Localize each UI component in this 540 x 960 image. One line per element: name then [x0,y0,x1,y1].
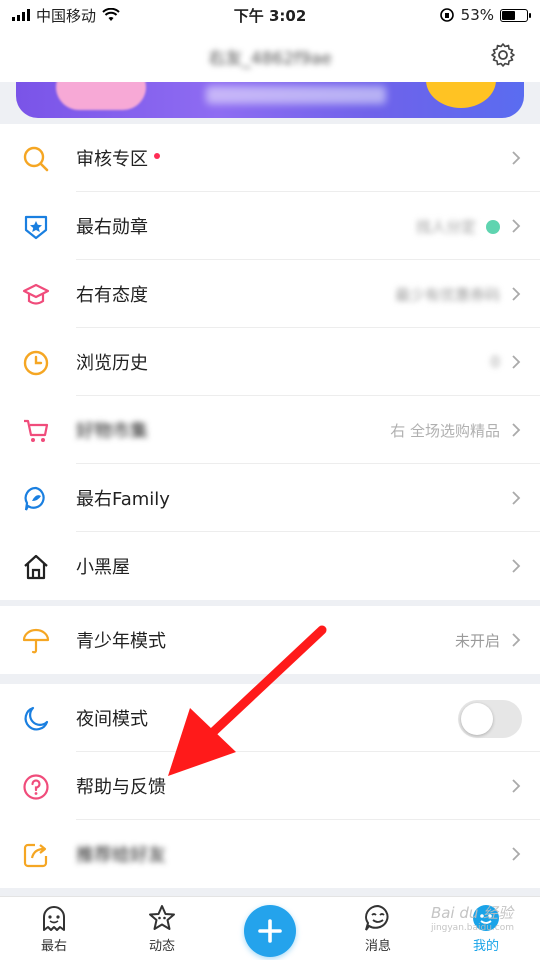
chevron-right-icon [512,847,521,861]
clock: 下午 3:02 [233,6,307,25]
share-icon [23,843,48,868]
tab-feed[interactable]: 动态 [122,903,202,954]
menu-item-attitude[interactable]: 右有态度 最少有优惠券码 [0,260,540,328]
tab-home[interactable]: 最右 [14,903,94,954]
menu-group-youth: 青少年模式 未开启 [0,606,540,674]
tab-label: 最右 [40,939,67,954]
menu-item-label: 最右勋章 [76,217,148,238]
notification-dot [154,153,160,159]
battery-icon [500,8,531,22]
house-icon [24,554,48,580]
status-bar: 中国移动 下午 3:02 53% [0,0,540,30]
menu-item-label: 推荐给好友 [76,845,166,866]
watermark: Bai du 经验 jingyan.baidu.com [430,904,514,933]
promo-banner[interactable] [16,82,524,118]
menu-item-review-zone[interactable]: 审核专区 [0,124,540,192]
menu-item-label: 审核专区 [76,149,148,170]
menu-item-label: 好物市集 [76,421,148,442]
menu-item-value: 0 [490,353,500,371]
banner-text-blurred [206,86,386,104]
orientation-lock-icon [439,8,454,22]
menu-item-value: 最少有优惠券码 [394,285,500,304]
carrier-label: 中国移动 [36,6,97,25]
menu-item-label: 浏览历史 [76,353,148,374]
menu-item-medals[interactable]: 最右勋章 找人分定 [0,192,540,260]
chevron-right-icon [512,423,521,437]
menu-item-value: 右 全场选购精品 [390,421,500,440]
tab-messages[interactable]: 消息 [338,903,418,954]
signal-icon [12,9,30,21]
menu-item-label: 帮助与反馈 [76,777,166,798]
chevron-right-icon [512,491,521,505]
banner-coin-graphic [426,82,496,108]
status-dot [486,220,500,234]
menu-item-label: 最右Family [76,489,170,510]
chevron-right-icon [512,633,521,647]
tab-label: 动态 [148,939,175,954]
menu-item-label: 小黑屋 [76,557,130,578]
chevron-right-icon [512,287,521,301]
menu-item-blackroom[interactable]: 小黑屋 [0,532,540,600]
smile-icon [365,904,389,931]
menu-item-label: 青少年模式 [76,631,166,652]
medal-icon [24,215,48,240]
menu-item-family[interactable]: 最右Family [0,464,540,532]
wifi-icon [102,8,120,21]
profile-header: 右友_4862f9ae [0,30,540,82]
ghost-icon [43,906,65,931]
menu-item-help-feedback[interactable]: 帮助与反馈 [0,752,540,820]
menu-item-history[interactable]: 浏览历史 0 [0,328,540,396]
menu-group-settings: 夜间模式 帮助与反馈 推荐给好友 [0,684,540,888]
umbrella-icon [22,628,50,654]
plus-icon [258,919,282,943]
chevron-right-icon [512,219,521,233]
post-plus-button[interactable] [244,905,296,957]
banner-graphic [56,82,146,110]
menu-item-market[interactable]: 好物市集 右 全场选购精品 [0,396,540,464]
menu-item-recommend[interactable]: 推荐给好友 [0,820,540,888]
menu-item-night-mode: 夜间模式 [0,684,540,752]
menu-item-value: 未开启 [454,631,500,650]
chevron-right-icon [512,355,521,369]
settings-gear-icon[interactable] [490,42,516,68]
menu-item-label: 夜间模式 [76,709,148,730]
magnifier-icon [23,146,49,172]
clock-icon [23,350,49,376]
menu-item-value: 找人分定 [415,217,476,236]
star-icon [149,905,175,930]
menu-item-label: 右有态度 [76,285,148,306]
night-mode-toggle[interactable] [458,700,522,738]
graduation-cap-icon [22,283,50,305]
menu-group-main: 审核专区 最右勋章 找人分定 右有态度 最少有优惠券码 浏览历史 0 好物市集 … [0,124,540,600]
family-icon [24,486,45,511]
username: 右友_4862f9ae [208,49,332,69]
chevron-right-icon [512,151,521,165]
cart-icon [24,419,49,442]
tab-label: 我的 [472,939,499,954]
menu-item-youth-mode[interactable]: 青少年模式 未开启 [0,606,540,674]
tab-label: 消息 [364,939,391,954]
chevron-right-icon [512,559,521,573]
battery-percent: 53% [460,6,494,24]
moon-icon [24,706,49,731]
help-icon [23,774,49,800]
chevron-right-icon [512,779,521,793]
